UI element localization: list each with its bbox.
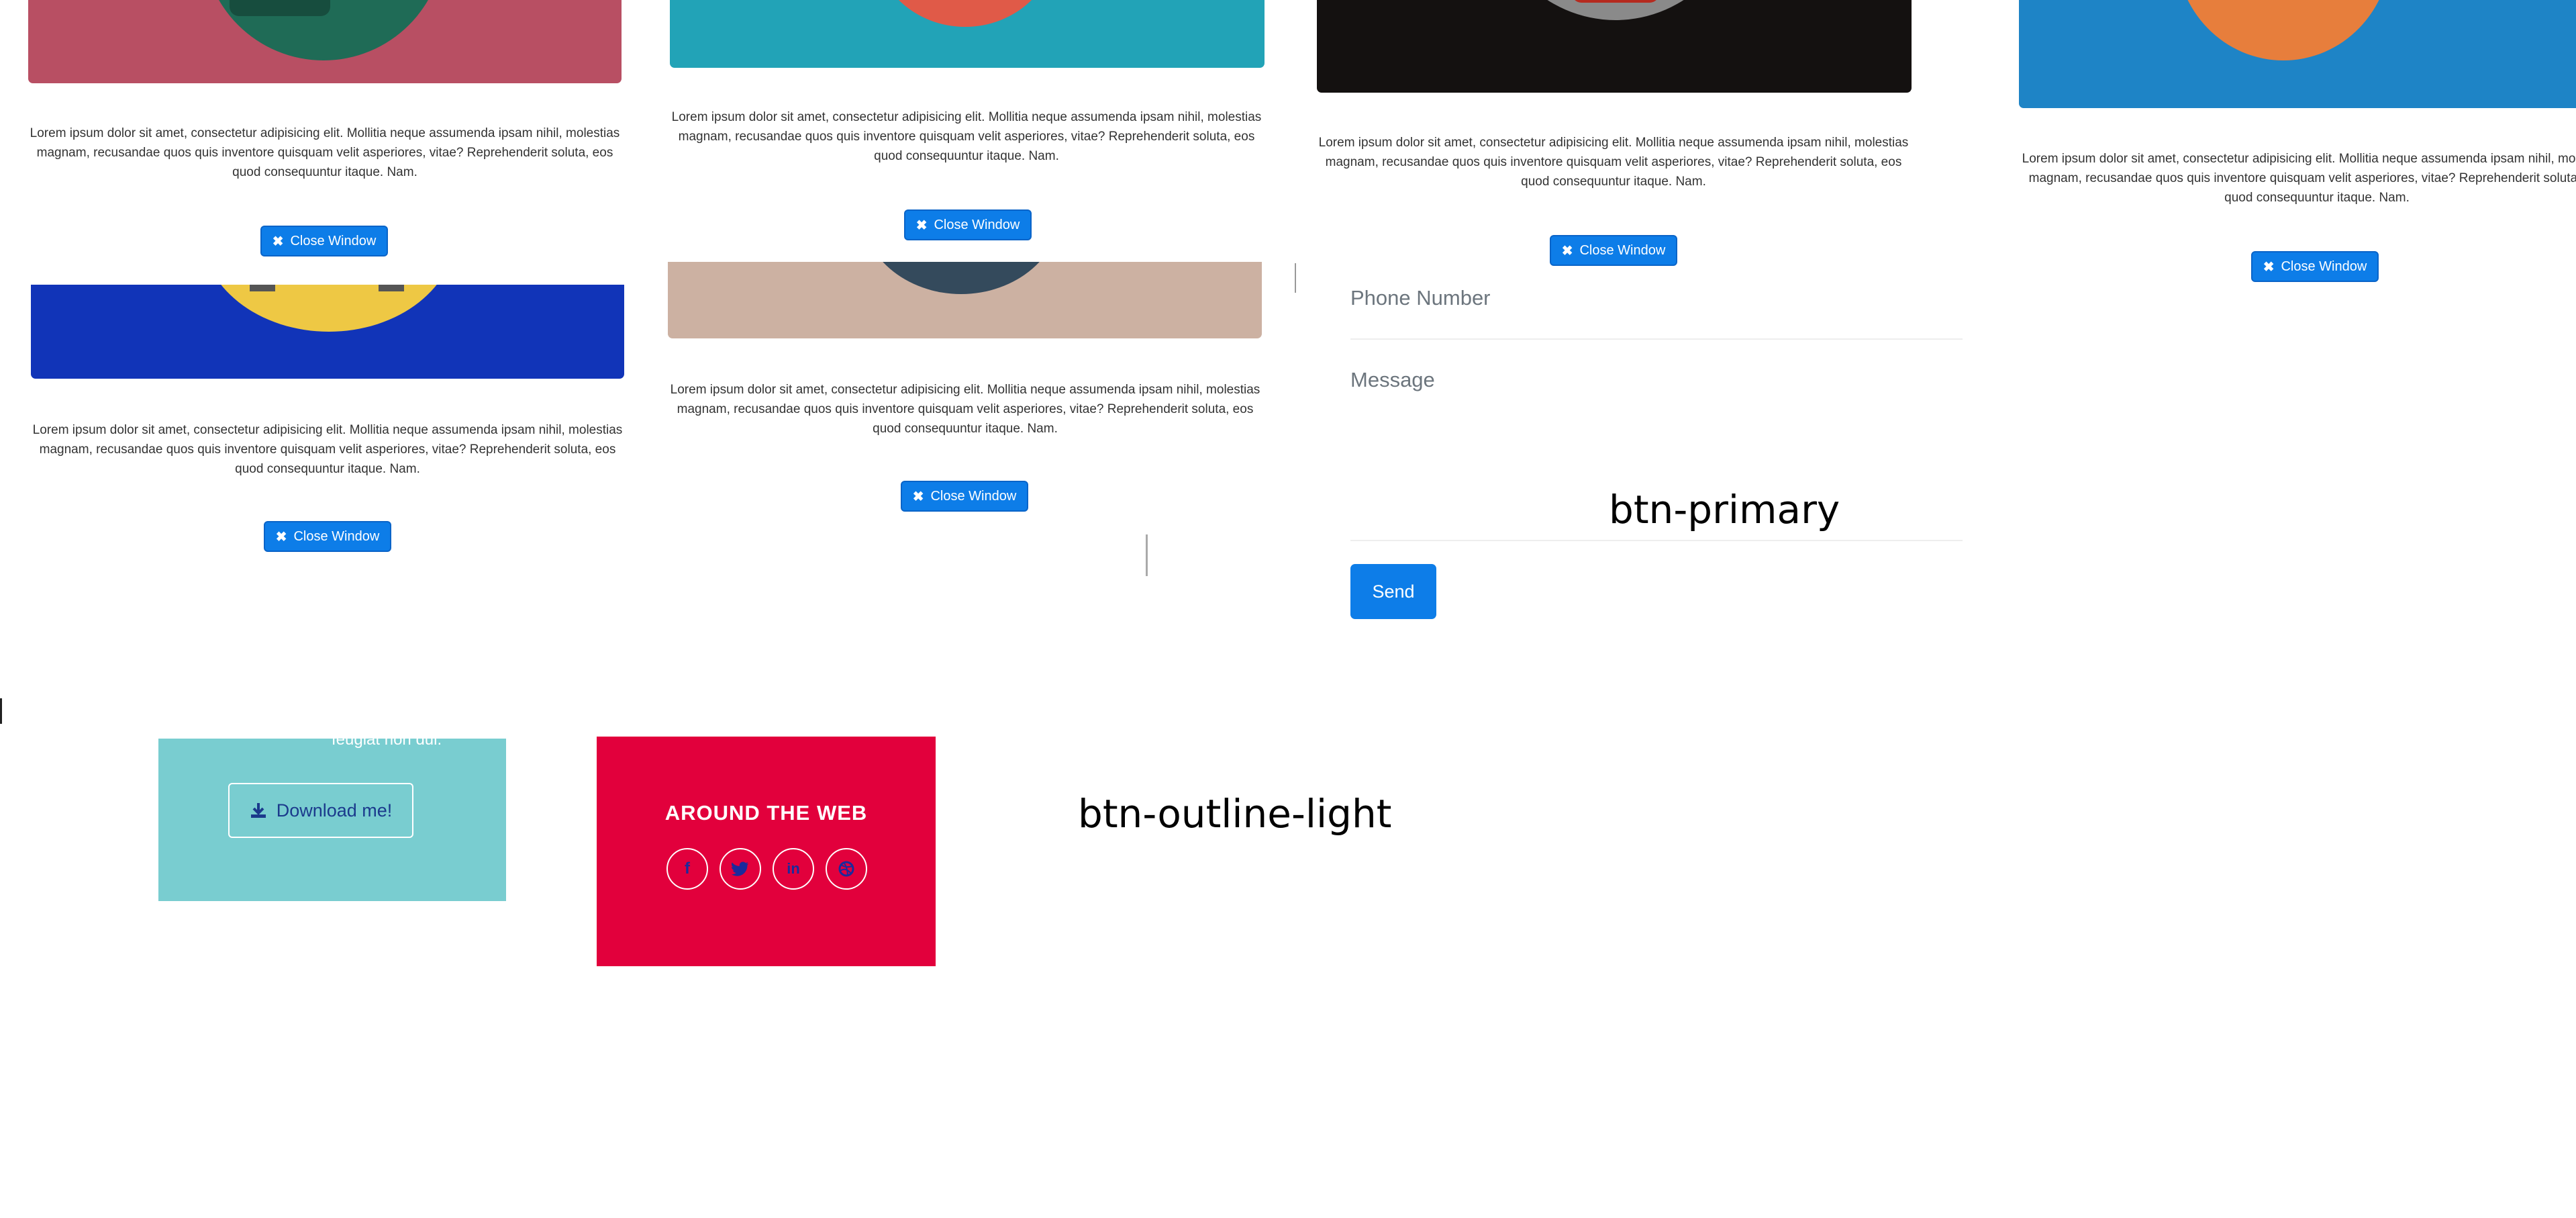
close-window-button[interactable]: ✖ Close Window — [1550, 235, 1677, 266]
card-description: Lorem ipsum dolor sit amet, consectetur … — [30, 126, 620, 179]
around-the-web-title: AROUND THE WEB — [664, 801, 868, 825]
download-label: Download me! — [276, 800, 393, 821]
close-icon: ✖ — [275, 529, 287, 545]
linkedin-icon[interactable]: in — [773, 848, 814, 890]
phone-number-input[interactable]: Phone Number — [1350, 286, 1954, 310]
btn-primary-caption: btn-primary — [1609, 487, 1840, 532]
twitter-icon[interactable] — [720, 848, 761, 890]
image-shape — [379, 285, 404, 291]
send-button[interactable]: Send — [1350, 564, 1436, 619]
image-shape — [250, 285, 275, 291]
image-disc — [1485, 0, 1746, 20]
text-cursor — [0, 698, 2, 724]
close-icon: ✖ — [1561, 243, 1573, 259]
portfolio-image-6 — [668, 262, 1262, 338]
facebook-icon[interactable]: f — [666, 848, 708, 890]
image-disc — [2176, 0, 2391, 60]
portfolio-image-4 — [2019, 0, 2576, 108]
close-icon: ✖ — [2263, 259, 2275, 275]
download-button[interactable]: Download me! — [228, 783, 413, 838]
close-window-button[interactable]: ✖ Close Window — [901, 481, 1028, 512]
download-section: feugiat non dui. Download me! — [158, 731, 506, 901]
download-text-fragment: feugiat non dui. — [332, 731, 442, 749]
close-window-label: Close Window — [934, 217, 1020, 232]
close-window-label: Close Window — [1579, 242, 1666, 258]
portfolio-image-5 — [31, 285, 624, 379]
close-window-button[interactable]: ✖ Close Window — [264, 521, 391, 552]
card-description: Lorem ipsum dolor sit amet, consectetur … — [670, 383, 1260, 436]
card-description: Lorem ipsum dolor sit amet, consectetur … — [1318, 136, 1909, 189]
close-window-label: Close Window — [293, 528, 380, 544]
portfolio-image-2 — [670, 0, 1265, 68]
message-textarea[interactable]: Message — [1350, 368, 1954, 392]
image-disc — [201, 285, 456, 332]
around-the-web-section: AROUND THE WEB f in — [597, 737, 936, 966]
card-description: Lorem ipsum dolor sit amet, consectetur … — [671, 110, 1262, 163]
divider-line — [1295, 263, 1296, 293]
divider-line — [1146, 534, 1148, 576]
close-window-button[interactable]: ✖ Close Window — [2251, 251, 2379, 282]
input-underline — [1350, 338, 1963, 340]
close-window-label: Close Window — [2281, 259, 2367, 274]
close-icon: ✖ — [912, 489, 924, 504]
dribbble-icon[interactable] — [826, 848, 867, 890]
close-window-label: Close Window — [930, 488, 1017, 504]
image-disc — [860, 262, 1062, 294]
image-shape — [1572, 0, 1659, 3]
close-icon: ✖ — [272, 234, 284, 249]
close-window-label: Close Window — [290, 233, 377, 248]
card-description: Lorem ipsum dolor sit amet, consectetur … — [2022, 152, 2576, 205]
card-description: Lorem ipsum dolor sit amet, consectetur … — [32, 423, 623, 476]
close-window-button[interactable]: ✖ Close Window — [904, 209, 1032, 240]
download-icon — [250, 803, 266, 818]
close-icon: ✖ — [915, 218, 928, 233]
portfolio-image-3 — [1317, 0, 1912, 93]
btn-outline-light-caption: btn-outline-light — [1078, 791, 1392, 837]
image-shape — [230, 0, 330, 16]
portfolio-image-1 — [28, 0, 622, 83]
close-window-button[interactable]: ✖ Close Window — [260, 226, 388, 256]
image-disc — [875, 0, 1056, 27]
input-underline — [1350, 540, 1963, 541]
